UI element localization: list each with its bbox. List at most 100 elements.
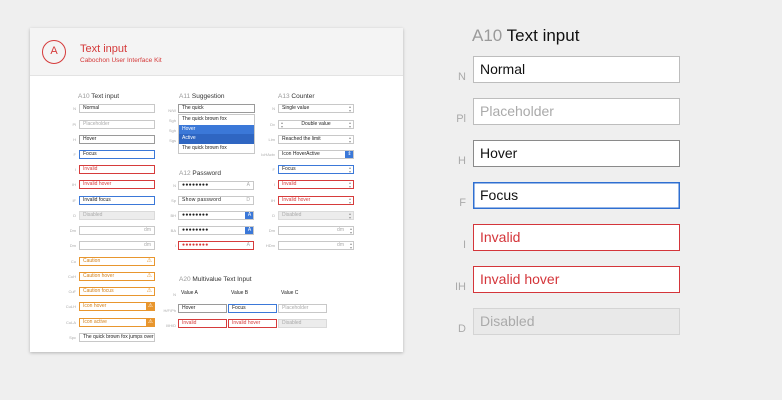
text-input-field[interactable]: Focus [228, 304, 277, 313]
text-input-field[interactable]: dm ▴ ▾ [278, 241, 354, 250]
suggestion-item[interactable]: The quick brown fox [179, 144, 254, 154]
text-input-hover[interactable]: Hover [473, 140, 680, 167]
text-input-field[interactable]: Icon HoverActive ⇕ [278, 150, 354, 159]
text-input-field[interactable]: Invalid [178, 319, 227, 328]
section-title-a13: A13 Counter [278, 93, 315, 100]
stepper-icon[interactable]: ▴ ▾ [350, 242, 352, 249]
text-input-field[interactable]: Caution focus ⚠ [79, 287, 155, 296]
kit-preview-card: A Text input Cabochon User Interface Kit… [30, 28, 403, 352]
field-value: Show password [182, 197, 222, 203]
state-label: Spc [69, 335, 76, 340]
state-label: F [73, 152, 76, 157]
field-value: ●●●●●●●● [182, 242, 209, 248]
field-value: Invalid hover [232, 320, 261, 326]
state-label: Dv [270, 122, 275, 127]
text-input-field[interactable]: Hover [178, 304, 227, 313]
card-subtitle: Cabochon User Interface Kit [80, 57, 162, 64]
text-input-field[interactable]: ●●●●●●●● A [178, 211, 254, 220]
text-input-field[interactable]: dm [79, 226, 155, 235]
text-input-normal[interactable]: Normal [473, 56, 680, 83]
password-toggle-button[interactable]: A [247, 242, 250, 249]
password-toggle-button[interactable]: A [247, 182, 250, 189]
state-label: I/IH/D [165, 323, 176, 328]
password-toggle-button[interactable]: D [246, 197, 250, 204]
text-input-field[interactable]: Invalid ▴ ▾ [278, 180, 354, 189]
text-input-field[interactable]: The quick brown fox jumps over [79, 333, 155, 342]
text-input-field[interactable]: Placeholder [79, 120, 155, 129]
warning-icon: ⚠ [146, 288, 152, 294]
text-input-field[interactable]: Show password D [178, 196, 254, 205]
password-toggle-button[interactable]: A [245, 227, 253, 234]
text-input-invalid[interactable]: Invalid [473, 224, 680, 251]
text-input-field[interactable]: Icon hover ⚠ [79, 302, 155, 311]
text-input-field[interactable]: ●●●●●●●● A [178, 226, 254, 235]
text-input-field[interactable]: Hover [79, 135, 155, 144]
state-label: H [458, 155, 466, 167]
text-input-field[interactable]: Invalid focus [79, 196, 155, 205]
text-input-field[interactable]: Invalid [79, 165, 155, 174]
stepper-icon[interactable]: ▴ ▾ [349, 197, 351, 204]
stepper-icon[interactable]: ▴ ▾ [349, 181, 351, 188]
section-name: Multivalue Text Input [192, 276, 252, 283]
warning-icon[interactable]: ⚠ [146, 319, 154, 326]
state-label: Sgh [168, 118, 176, 123]
text-input-field[interactable]: Single value ▴ ▾ [278, 104, 354, 113]
text-input-field[interactable]: ●●●●●●●● A [178, 181, 254, 190]
section-name: Counter [291, 93, 315, 100]
multivalue-column-header: Value B [231, 290, 249, 296]
text-input-field[interactable]: Focus [79, 150, 155, 159]
text-input-invalid[interactable]: Invalid hover [473, 266, 680, 293]
state-label: Sgs [169, 138, 176, 143]
card-header: A Text input Cabochon User Interface Kit [30, 28, 403, 76]
text-input-field[interactable]: dm [79, 241, 155, 250]
stepper-icon[interactable]: ▴ ▾ [349, 121, 351, 128]
text-input-field[interactable]: Invalid hover [228, 319, 277, 328]
state-label: CuLH [65, 304, 76, 309]
text-input-field[interactable]: Invalid hover ▴ ▾ [278, 196, 354, 205]
state-label: N [458, 71, 466, 83]
stepper-icon[interactable]: ▴ ▾ [349, 136, 351, 143]
text-input-field[interactable]: Normal [79, 104, 155, 113]
state-label: I [174, 243, 176, 248]
text-input-field[interactable]: Placeholder [278, 304, 327, 313]
text-input-field[interactable]: Icon active ⚠ [79, 318, 155, 327]
state-label: I [273, 182, 275, 187]
field-value: Icon HoverActive [282, 151, 320, 157]
unit-suffix: dm [337, 227, 344, 233]
stepper-icon[interactable]: ⇕ [345, 151, 353, 158]
text-input-field[interactable]: Invalid hover [79, 180, 155, 189]
unit-suffix: dm [144, 227, 151, 233]
text-input-focus[interactable]: Focus [473, 182, 680, 209]
text-input-field[interactable]: Reached the limit ▴ ▾ [278, 135, 354, 144]
state-label: CuLA [65, 320, 76, 325]
state-label: Pl [456, 113, 466, 125]
state-label: BA [170, 228, 176, 233]
password-toggle-button[interactable]: A [245, 212, 253, 219]
state-label: IH [72, 182, 76, 187]
text-input-field[interactable]: Caution ⚠ [79, 257, 155, 266]
suggestion-item[interactable]: The quick brown fox [179, 115, 254, 125]
section-code: A11 [179, 93, 191, 100]
section-code: A12 [179, 170, 191, 177]
section-code: A10 [472, 26, 503, 45]
stepper-icon[interactable]: ▴ ▾ [349, 212, 351, 219]
text-input-field[interactable]: dm ▴ ▾ [278, 226, 354, 235]
text-input-field[interactable]: Focus ▴ ▾ [278, 165, 354, 174]
suggestion-input[interactable]: The quick [178, 104, 255, 113]
warning-icon[interactable]: ⚠ [146, 303, 154, 310]
field-value: Focus [83, 151, 97, 157]
suggestion-item[interactable]: Hover [179, 124, 254, 134]
text-input-field[interactable]: Double value ▴ ▾ ▴ ▾ [278, 120, 354, 129]
state-label: N [173, 183, 176, 188]
text-input-ph[interactable]: Placeholder [473, 98, 680, 125]
stepper-icon[interactable]: ▴ ▾ [281, 121, 283, 128]
section-title-a10: A10 Text input [78, 93, 119, 100]
text-input-field[interactable]: Caution hover ⚠ [79, 272, 155, 281]
field-value: Normal [83, 105, 100, 111]
suggestion-item[interactable]: Active [179, 134, 254, 144]
text-input-field[interactable]: ●●●●●●●● A [178, 241, 254, 250]
stepper-icon[interactable]: ▴ ▾ [349, 105, 351, 112]
state-label: D [272, 213, 275, 218]
stepper-icon[interactable]: ▴ ▾ [350, 227, 352, 234]
stepper-icon[interactable]: ▴ ▾ [349, 166, 351, 173]
